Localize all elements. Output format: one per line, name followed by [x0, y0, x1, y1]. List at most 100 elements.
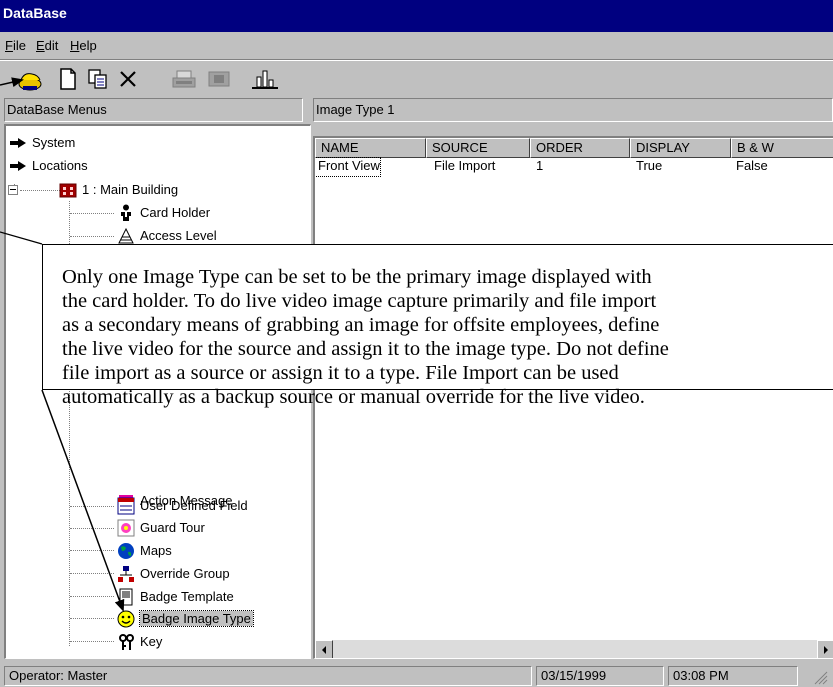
callout-line: Only one Image Type can be set to be the…: [62, 266, 652, 288]
column-header-display[interactable]: DISPLAY: [630, 138, 731, 158]
left-pane-header: DataBase Menus: [4, 98, 303, 122]
scroll-left-button[interactable]: [315, 640, 333, 658]
tree-item-main-building[interactable]: 1 : Main Building: [8, 179, 178, 200]
tree-item-label: 1 : Main Building: [82, 182, 179, 197]
tree-item-label: Locations: [32, 158, 88, 173]
tree-item-label: User Defined Field: [140, 498, 248, 513]
callout-line: the card holder. To do live video image …: [62, 290, 657, 312]
smiley-icon: [116, 610, 136, 628]
tree-item-label: Card Holder: [140, 205, 211, 220]
callout-line: automatically as a backup source or manu…: [62, 386, 645, 408]
user-defined-field-icon: [116, 497, 136, 515]
cell-display: True: [636, 158, 663, 173]
tree-item-override-group[interactable]: Override Group: [116, 563, 230, 584]
tree-item-locations[interactable]: Locations: [8, 155, 88, 176]
chart-icon: [252, 70, 278, 89]
cell-order: 1: [536, 158, 544, 173]
globe-icon: [116, 542, 136, 560]
column-label: DISPLAY: [636, 140, 690, 155]
guard-tour-icon: [116, 519, 136, 537]
left-pane-title: DataBase Menus: [7, 102, 107, 117]
tree-item-label: Access Level: [140, 228, 217, 243]
column-label: ORDER: [536, 140, 583, 155]
delete-button[interactable]: [114, 64, 142, 94]
cell-name: Front View: [315, 157, 381, 177]
print-button[interactable]: [168, 64, 200, 94]
menu-file[interactable]: File: [5, 38, 26, 53]
tree-connector: [70, 506, 114, 507]
delete-icon: [120, 71, 136, 87]
tree-item-maps[interactable]: Maps: [116, 540, 172, 561]
tree-item-user-defined-field[interactable]: User Defined Field: [116, 495, 248, 516]
callout-line: as a secondary means of grabbing an imag…: [62, 314, 660, 336]
arrow-icon: [8, 134, 28, 152]
collapse-toggle[interactable]: [8, 184, 18, 195]
tree-connector: [70, 528, 114, 529]
left-arrow-icon: [322, 645, 326, 654]
tree-connector: [70, 641, 114, 642]
window-title: DataBase: [3, 5, 67, 21]
hand-icon: [18, 73, 42, 91]
right-pane-title: Image Type 1: [316, 102, 395, 117]
tree-item-label: Key: [140, 634, 163, 649]
status-operator: Operator: Master: [4, 666, 532, 686]
tree-item-label: Badge Template: [140, 589, 234, 604]
badge-template-icon: [116, 588, 136, 606]
tree-connector: [70, 236, 114, 237]
chart-button[interactable]: [248, 64, 282, 94]
menu-help[interactable]: Help: [70, 38, 97, 53]
annotation-callout: Only one Image Type can be set to be the…: [42, 244, 833, 408]
tree-item-label: Maps: [140, 543, 172, 558]
time-text: 03:08 PM: [673, 668, 729, 683]
tree-item-label: System: [32, 135, 76, 150]
tree-connector: [70, 550, 114, 551]
column-label: SOURCE: [432, 140, 488, 155]
status-bar: Operator: Master 03/15/1999 03:08 PM: [0, 663, 833, 687]
tree-item-key[interactable]: Key: [116, 631, 162, 652]
column-label: NAME: [321, 140, 359, 155]
tree-item-badge-template[interactable]: Badge Template: [116, 586, 234, 607]
tree-item-access-level[interactable]: Access Level: [116, 225, 217, 246]
tree-connector: [70, 596, 114, 597]
person-icon: [116, 204, 136, 222]
callout-line: file import as a source or assign it to …: [62, 362, 619, 384]
tree-item-system[interactable]: System: [8, 132, 75, 153]
new-button[interactable]: [54, 64, 82, 94]
date-text: 03/15/1999: [541, 668, 607, 683]
horizontal-scrollbar[interactable]: [315, 640, 833, 658]
tree-connector: [70, 213, 114, 214]
operator-text: Operator: Master: [9, 668, 108, 683]
column-header-order[interactable]: ORDER: [530, 138, 630, 158]
cell-source: File Import: [434, 158, 496, 173]
tree-item-guard-tour[interactable]: Guard Tour: [116, 517, 205, 538]
menu-edit[interactable]: Edit: [36, 38, 58, 53]
tree-item-badge-image-type[interactable]: Badge Image Type: [116, 608, 254, 629]
column-header-source[interactable]: SOURCE: [426, 138, 530, 158]
arrow-icon: [8, 157, 28, 175]
title-bar[interactable]: DataBase: [0, 0, 833, 32]
preview-button[interactable]: [204, 64, 234, 94]
menu-divider: [0, 59, 833, 61]
hand-button[interactable]: [14, 64, 48, 94]
right-arrow-icon: [824, 645, 828, 654]
tree-connector: [70, 618, 114, 619]
status-time: 03:08 PM: [668, 666, 798, 686]
copy-button[interactable]: [84, 64, 112, 94]
tree-item-label: Guard Tour: [140, 520, 205, 535]
column-header-bw[interactable]: B & W: [731, 138, 833, 158]
tree-item-label: Badge Image Type: [139, 610, 254, 627]
tree-connector: [70, 573, 114, 574]
preview-icon: [208, 71, 230, 87]
key-icon: [116, 633, 136, 651]
copy-icon: [88, 69, 107, 89]
new-document-icon: [60, 68, 76, 90]
column-label: B & W: [737, 140, 774, 155]
right-pane-header: Image Type 1: [313, 98, 833, 122]
column-header-name[interactable]: NAME: [315, 138, 426, 158]
tree-item-label: Override Group: [140, 566, 230, 581]
tree-item-card-holder[interactable]: Card Holder: [116, 202, 210, 223]
building-icon: [58, 181, 78, 199]
resize-grip-icon[interactable]: [812, 669, 828, 685]
scroll-right-button[interactable]: [817, 640, 833, 658]
menu-bar: File Edit Help: [0, 32, 833, 59]
